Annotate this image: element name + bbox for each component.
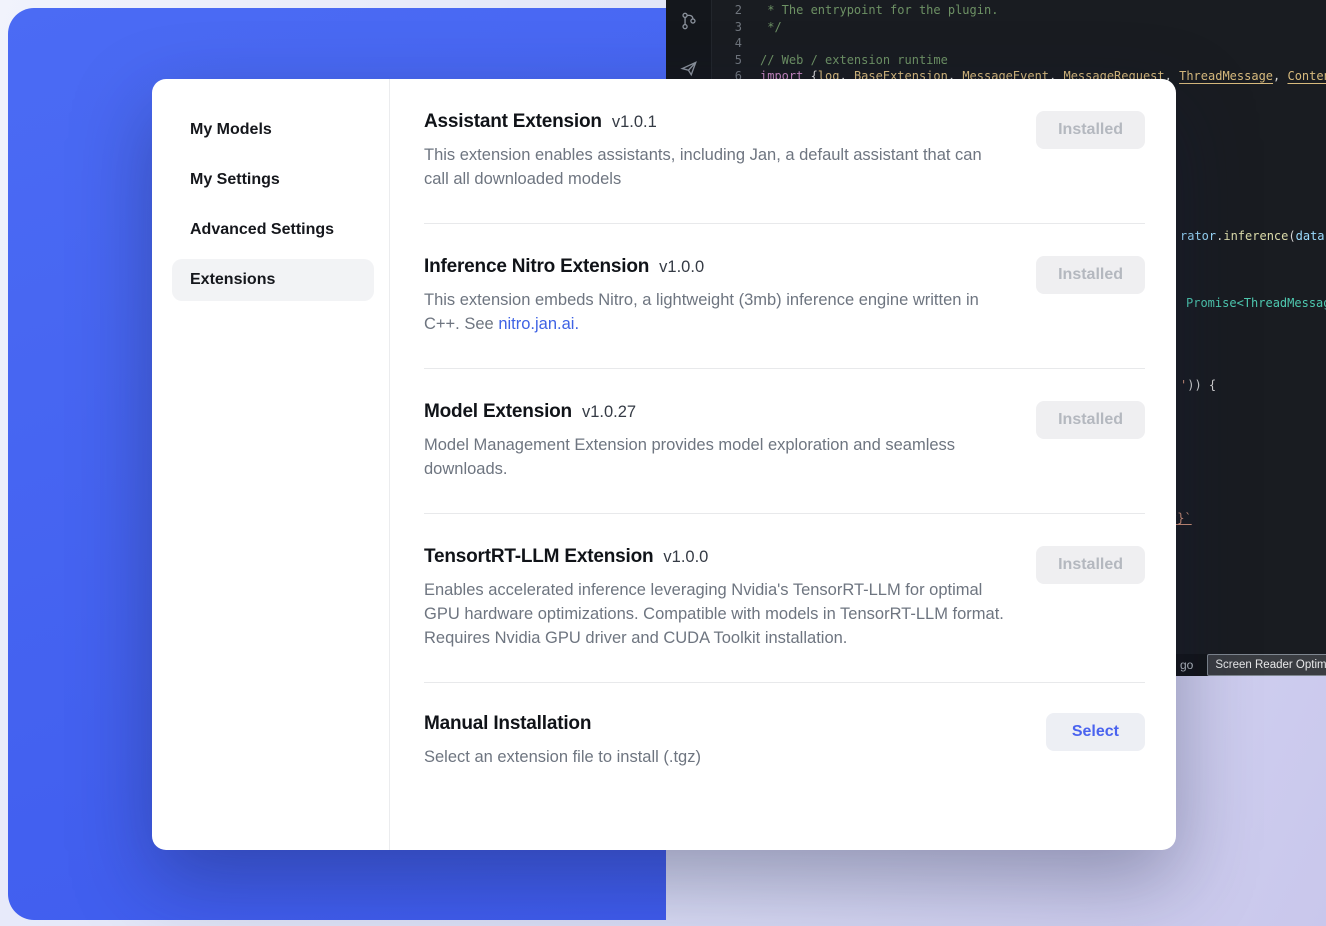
extension-title: TensortRT-LLM Extension bbox=[424, 546, 653, 568]
nitro-link[interactable]: nitro.jan.ai. bbox=[498, 315, 579, 333]
extension-title: Model Extension bbox=[424, 401, 572, 423]
extension-title-row: Assistant Extension v1.0.1 bbox=[424, 111, 1009, 133]
code-token: */ bbox=[760, 20, 782, 34]
installed-button[interactable]: Installed bbox=[1036, 111, 1145, 149]
extensions-list: Assistant Extension v1.0.1 This extensio… bbox=[390, 79, 1176, 850]
extension-title-row: Inference Nitro Extension v1.0.0 bbox=[424, 256, 1009, 278]
status-text: go bbox=[1180, 657, 1193, 674]
sidebar-item-my-models[interactable]: My Models bbox=[172, 109, 374, 151]
code-fragment: Promise<ThreadMessage> bbox=[1186, 295, 1326, 312]
extension-description: Model Management Extension provides mode… bbox=[424, 433, 1009, 481]
extension-title: Assistant Extension bbox=[424, 111, 602, 133]
extension-item-tensorrt: TensortRT-LLM Extension v1.0.0 Enables a… bbox=[424, 514, 1145, 682]
extension-version: v1.0.0 bbox=[663, 548, 708, 567]
code-token: )) { bbox=[1187, 378, 1216, 392]
installed-button[interactable]: Installed bbox=[1036, 401, 1145, 439]
code-token: rator bbox=[1180, 229, 1216, 243]
installed-button[interactable]: Installed bbox=[1036, 256, 1145, 294]
extension-version: v1.0.0 bbox=[659, 258, 704, 277]
screen-reader-badge[interactable]: Screen Reader Optimized bbox=[1207, 654, 1326, 676]
code-line: 3 */ bbox=[712, 19, 1326, 36]
extension-description: This extension enables assistants, inclu… bbox=[424, 143, 1009, 191]
extension-title-row: Model Extension v1.0.27 bbox=[424, 401, 1009, 423]
code-line: 5 // Web / extension runtime bbox=[712, 52, 1326, 69]
select-file-button[interactable]: Select bbox=[1046, 713, 1145, 751]
code-token: , bbox=[1273, 69, 1287, 83]
code-fragment: ')) { bbox=[1180, 377, 1216, 394]
code-area: 2 * The entrypoint for the plugin. 3 */ … bbox=[666, 2, 1326, 85]
line-number: 4 bbox=[712, 35, 742, 52]
code-token: ( bbox=[1288, 229, 1295, 243]
extension-title-row: TensortRT-LLM Extension v1.0.0 bbox=[424, 546, 1009, 568]
manual-installation-section: Manual Installation Select an extension … bbox=[424, 683, 1145, 805]
extension-title-row: Manual Installation bbox=[424, 713, 701, 735]
extension-info: Inference Nitro Extension v1.0.0 This ex… bbox=[424, 256, 1009, 336]
extension-item-nitro: Inference Nitro Extension v1.0.0 This ex… bbox=[424, 224, 1145, 368]
code-token: Promise<ThreadMessage> bbox=[1186, 296, 1326, 310]
line-number: 3 bbox=[712, 19, 742, 36]
code-token: // Web / extension runtime bbox=[760, 53, 948, 67]
section-title: Manual Installation bbox=[424, 713, 591, 735]
extension-info: Manual Installation Select an extension … bbox=[424, 713, 701, 769]
settings-sidebar: My Models My Settings Advanced Settings … bbox=[152, 79, 390, 850]
code-token: inference bbox=[1223, 229, 1288, 243]
settings-modal: My Models My Settings Advanced Settings … bbox=[152, 79, 1176, 850]
code-token: data bbox=[1296, 229, 1325, 243]
installed-button[interactable]: Installed bbox=[1036, 546, 1145, 584]
extension-description: This extension embeds Nitro, a lightweig… bbox=[424, 288, 1009, 336]
sidebar-item-advanced-settings[interactable]: Advanced Settings bbox=[172, 209, 374, 251]
sidebar-item-my-settings[interactable]: My Settings bbox=[172, 159, 374, 201]
code-token: ThreadMessage bbox=[1179, 69, 1273, 83]
code-line: 4 bbox=[712, 35, 1326, 52]
extension-item-model: Model Extension v1.0.27 Model Management… bbox=[424, 369, 1145, 513]
code-fragment: rator.inference(data)); bbox=[1180, 228, 1326, 245]
code-line: 2 * The entrypoint for the plugin. bbox=[712, 2, 1326, 19]
extension-info: Model Extension v1.0.27 Model Management… bbox=[424, 401, 1009, 481]
code-token: ContentType bbox=[1287, 69, 1326, 83]
extension-title: Inference Nitro Extension bbox=[424, 256, 649, 278]
code-token: * The entrypoint for the plugin. bbox=[760, 3, 998, 17]
line-number: 2 bbox=[712, 2, 742, 19]
extension-version: v1.0.27 bbox=[582, 403, 636, 422]
sidebar-item-extensions[interactable]: Extensions bbox=[172, 259, 374, 301]
extension-description: Enables accelerated inference leveraging… bbox=[424, 578, 1009, 650]
extension-info: Assistant Extension v1.0.1 This extensio… bbox=[424, 111, 1009, 191]
extension-info: TensortRT-LLM Extension v1.0.0 Enables a… bbox=[424, 546, 1009, 650]
section-description: Select an extension file to install (.tg… bbox=[424, 745, 701, 769]
extension-item-assistant: Assistant Extension v1.0.1 This extensio… bbox=[424, 79, 1145, 223]
extension-version: v1.0.1 bbox=[612, 113, 657, 132]
line-number: 5 bbox=[712, 52, 742, 69]
